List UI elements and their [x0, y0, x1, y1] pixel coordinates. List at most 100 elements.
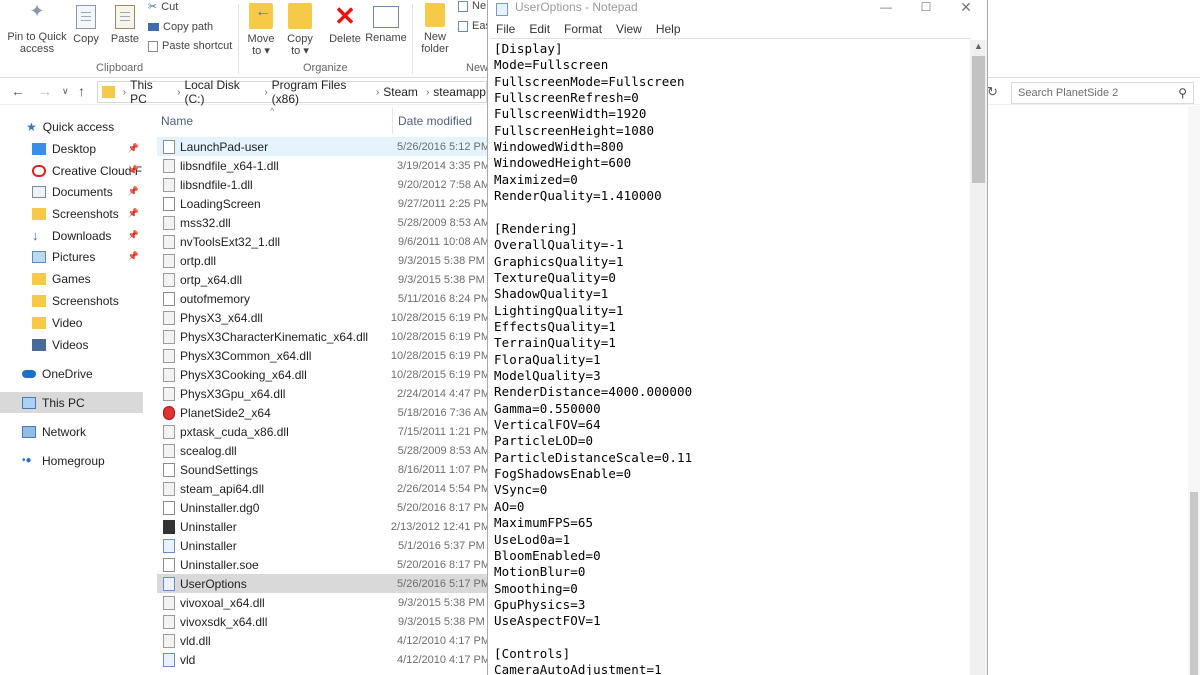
scroll-up-arrow-icon[interactable]: ▲: [974, 41, 983, 51]
pin-icon[interactable]: 📌: [128, 230, 139, 241]
file-row[interactable]: pxtask_cuda_x86.dll 7/15/2011 1:21 PM: [157, 422, 490, 441]
column-header-name[interactable]: Name: [161, 114, 193, 128]
menu-view[interactable]: View: [616, 22, 642, 36]
scrollbar-thumb[interactable]: [1190, 492, 1198, 675]
scrollbar-thumb[interactable]: [972, 56, 985, 183]
nav-item-videos[interactable]: Videos: [0, 334, 143, 355]
file-date: 2/13/2012 12:41 PM: [390, 520, 490, 533]
refresh-icon[interactable]: ↻: [987, 84, 998, 100]
nav-homegroup[interactable]: •● Homegroup: [0, 450, 143, 471]
nav-item-desktop[interactable]: Desktop 📌: [0, 138, 143, 159]
dll-file-icon: [163, 158, 175, 173]
nav-item-downloads[interactable]: ↓ Downloads 📌: [0, 225, 143, 246]
new-folder-button[interactable]: New folder: [416, 3, 454, 55]
delete-button[interactable]: ✕ Delete: [327, 3, 363, 45]
file-row[interactable]: vivoxoal_x64.dll 9/3/2015 5:38 PM: [157, 593, 490, 612]
nav-this-pc[interactable]: This PC: [0, 392, 143, 413]
file-row[interactable]: Uninstaller.soe 5/20/2016 8:17 PM: [157, 555, 490, 574]
nav-quick-access[interactable]: ★ Quick access: [0, 116, 143, 137]
back-arrow-icon[interactable]: ←: [11, 83, 25, 99]
pin-icon[interactable]: 📌: [128, 208, 139, 219]
copy-to-button[interactable]: Copy to ▾: [284, 3, 316, 57]
nav-item-screenshots[interactable]: Screenshots 📌: [0, 203, 143, 224]
address-bar[interactable]: › This PC › Local Disk (C:) › Program Fi…: [97, 78, 487, 106]
file-row[interactable]: LaunchPad-user 5/26/2016 5:12 PM: [157, 137, 490, 156]
rename-button[interactable]: Rename: [365, 3, 407, 44]
paste-shortcut-label: Paste shortcut: [162, 40, 233, 52]
file-row[interactable]: SoundSettings 8/16/2011 1:07 PM: [157, 460, 490, 479]
pin-icon[interactable]: 📌: [128, 143, 139, 154]
file-date: 10/28/2015 6:19 PM: [390, 368, 490, 381]
breadcrumb-program-files[interactable]: Program Files (x86): [272, 78, 368, 106]
file-row[interactable]: outofmemory 5/11/2016 8:24 PM: [157, 289, 490, 308]
chevron-right-icon: ›: [375, 86, 380, 98]
file-row[interactable]: Uninstaller 5/1/2016 5:37 PM: [157, 536, 490, 555]
nav-item-documents[interactable]: Documents 📌: [0, 181, 143, 202]
file-row[interactable]: libsndfile_x64-1.dll 3/19/2014 3:35 PM: [157, 156, 490, 175]
pin-to-quick-access-button[interactable]: ✦ Pin to Quick access: [6, 2, 68, 55]
menu-help[interactable]: Help: [656, 22, 681, 36]
nav-item-creative-cloud[interactable]: Creative Cloud F 📌: [0, 160, 143, 181]
file-row[interactable]: steam_api64.dll 2/26/2014 5:54 PM: [157, 479, 490, 498]
file-row[interactable]: Uninstaller.dg0 5/20/2016 8:17 PM: [157, 498, 490, 517]
file-row[interactable]: ortp.dll 9/3/2015 5:38 PM: [157, 251, 490, 270]
forward-arrow-icon[interactable]: →: [38, 83, 52, 99]
breadcrumb-steam[interactable]: Steam: [383, 85, 418, 99]
nav-network[interactable]: Network: [0, 421, 143, 442]
file-row[interactable]: PhysX3Common_x64.dll 10/28/2015 6:19 PM: [157, 346, 490, 365]
file-row[interactable]: ortp_x64.dll 9/3/2015 5:38 PM: [157, 270, 490, 289]
breadcrumb-this-pc[interactable]: This PC: [130, 78, 169, 106]
file-row[interactable]: LoadingScreen 9/27/2011 2:25 PM: [157, 194, 490, 213]
up-arrow-icon[interactable]: ↑: [78, 83, 85, 99]
minimize-icon[interactable]: —: [866, 0, 906, 16]
file-row[interactable]: Uninstaller 2/13/2012 12:41 PM: [157, 517, 490, 536]
menu-format[interactable]: Format: [564, 22, 602, 36]
file-row[interactable]: libsndfile-1.dll 9/20/2012 7:58 AM: [157, 175, 490, 194]
copy-button[interactable]: Copy: [71, 5, 101, 45]
paste-shortcut-button[interactable]: Paste shortcut: [148, 40, 232, 52]
file-row[interactable]: scealog.dll 5/28/2009 8:53 AM: [157, 441, 490, 460]
file-row[interactable]: vivoxsdk_x64.dll 9/3/2015 5:38 PM: [157, 612, 490, 631]
chevron-right-icon: ›: [122, 86, 127, 98]
move-to-button[interactable]: ← Move to ▾: [244, 3, 278, 57]
maximize-icon[interactable]: ☐: [906, 0, 946, 16]
breadcrumb-steamapps[interactable]: steamapp: [433, 85, 486, 99]
breadcrumb-local-disk[interactable]: Local Disk (C:): [184, 78, 256, 106]
close-icon[interactable]: ✕: [946, 0, 986, 16]
copy-path-icon: [148, 23, 159, 31]
search-input[interactable]: Search PlanetSide 2 ⚲: [1011, 82, 1194, 104]
nav-item-pictures[interactable]: Pictures 📌: [0, 246, 143, 267]
notepad-text-area[interactable]: [Display] Mode=Fullscreen FullscreenMode=F…: [490, 38, 970, 675]
nav-item-video[interactable]: Video: [0, 312, 143, 333]
nav-onedrive[interactable]: OneDrive: [0, 363, 143, 384]
file-row[interactable]: PlanetSide2_x64 5/18/2016 7:36 AM: [157, 403, 490, 422]
file-row[interactable]: nvToolsExt32_1.dll 9/6/2011 10:08 AM: [157, 232, 490, 251]
file-row[interactable]: vld.dll 4/12/2010 4:17 PM: [157, 631, 490, 650]
notepad-title-bar[interactable]: UserOptions - Notepad — ☐ ✕: [488, 0, 987, 20]
column-header-date-modified[interactable]: Date modified: [398, 114, 472, 128]
paste-button[interactable]: Paste: [108, 5, 142, 45]
pin-icon[interactable]: 📌: [128, 186, 139, 197]
notepad-scrollbar[interactable]: ▲: [970, 40, 987, 675]
file-row[interactable]: PhysX3Gpu_x64.dll 2/24/2014 4:47 PM: [157, 384, 490, 403]
nav-item-screenshots-2[interactable]: Screenshots: [0, 290, 143, 311]
file-row[interactable]: mss32.dll 5/28/2009 8:53 AM: [157, 213, 490, 232]
pin-icon[interactable]: 📌: [128, 251, 139, 262]
cut-button[interactable]: ✂ Cut: [148, 0, 178, 14]
recent-locations-chevron-icon[interactable]: ∨: [62, 86, 69, 97]
menu-edit[interactable]: Edit: [529, 22, 550, 36]
nav-label: Pictures: [52, 249, 96, 264]
copy-path-button[interactable]: Copy path: [148, 21, 213, 33]
file-row[interactable]: vld 4/12/2010 4:17 PM: [157, 650, 490, 669]
file-row[interactable]: PhysX3_x64.dll 10/28/2015 6:19 PM: [157, 308, 490, 327]
file-list-scrollbar[interactable]: [1188, 106, 1200, 675]
menu-file[interactable]: File: [496, 22, 515, 36]
pin-icon[interactable]: 📌: [128, 165, 139, 176]
file-row[interactable]: UserOptions 5/26/2016 5:17 PM: [157, 574, 490, 593]
file-name: SoundSettings: [180, 462, 259, 477]
new-item-button[interactable]: Ne: [458, 0, 486, 12]
file-row[interactable]: PhysX3Cooking_x64.dll 10/28/2015 6:19 PM: [157, 365, 490, 384]
file-row[interactable]: PhysX3CharacterKinematic_x64.dll 10/28/20…: [157, 327, 490, 346]
chevron-right-icon: ›: [264, 86, 268, 98]
nav-item-games[interactable]: Games: [0, 268, 143, 289]
